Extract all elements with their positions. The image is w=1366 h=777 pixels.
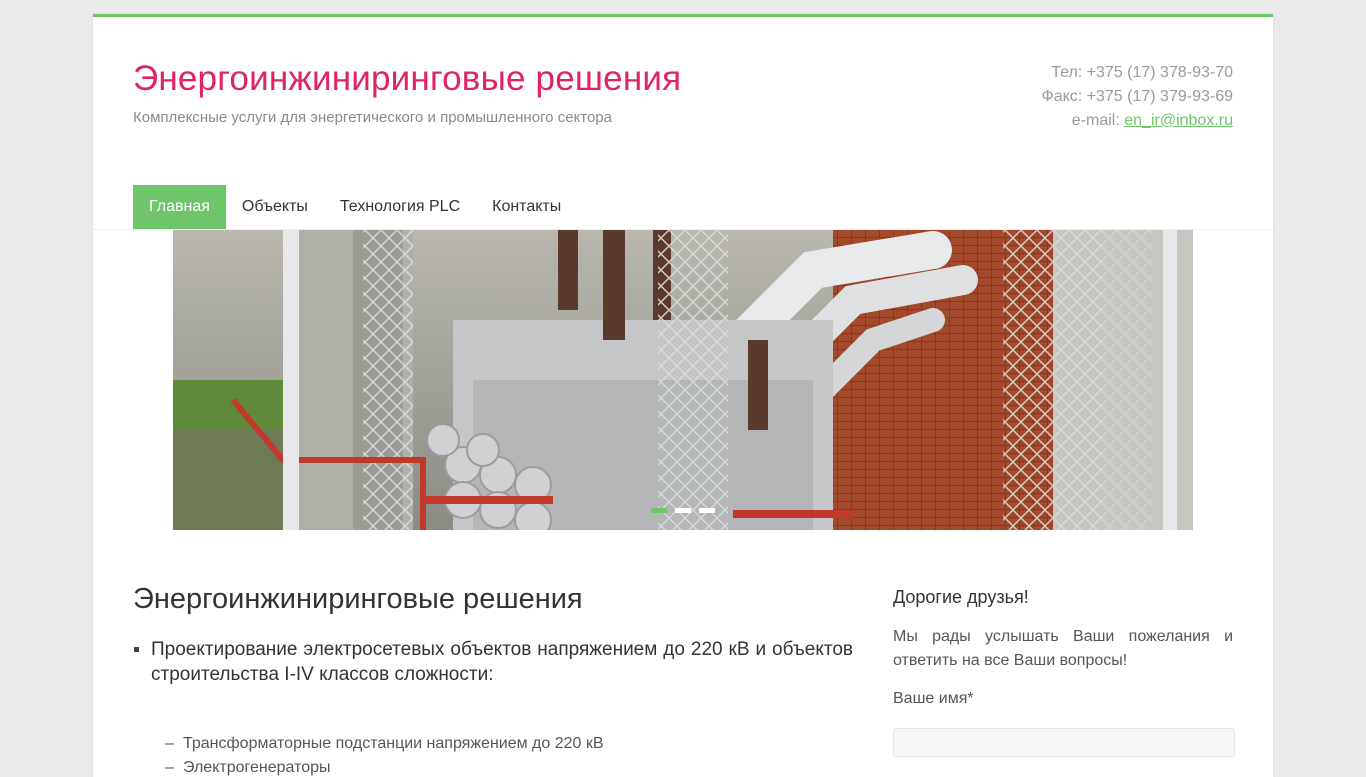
- list-item-text: Проектирование электросетевых объектов н…: [151, 639, 853, 685]
- slider-dot-2[interactable]: [675, 508, 691, 513]
- slider-image-substation: [173, 230, 1193, 530]
- name-input[interactable]: [893, 728, 1235, 757]
- image-slider[interactable]: [173, 230, 1193, 530]
- nav-item-plc[interactable]: Технология PLC: [324, 185, 476, 229]
- nav-item-home[interactable]: Главная: [133, 185, 226, 229]
- list-item-design: Проектирование электросетевых объектов н…: [134, 637, 853, 687]
- nav-item-objects[interactable]: Объекты: [226, 185, 324, 229]
- main-nav: Главная Объекты Технология PLC Контакты: [133, 185, 577, 229]
- sub-list-item: – Трансформаторные подстанции напряжением…: [165, 735, 604, 752]
- fax-text: Факс: +375 (17) 379-93-69: [1041, 88, 1233, 105]
- email-link[interactable]: en_ir@inbox.ru: [1124, 112, 1233, 129]
- slider-dot-1[interactable]: [651, 508, 667, 513]
- site-tagline: Комплексные услуги для энергетического и…: [133, 109, 612, 126]
- page-title: Энергоинжиниринговые решения: [133, 583, 583, 615]
- sidebar-title: Дорогие друзья!: [893, 587, 1029, 607]
- phone-text: Тел: +375 (17) 378-93-70: [1051, 64, 1233, 81]
- nav-item-contacts[interactable]: Контакты: [476, 185, 577, 229]
- email-row: e-mail: en_ir@inbox.ru: [1042, 109, 1233, 133]
- site-title[interactable]: Энергоинжиниринговые решения: [133, 59, 681, 99]
- slider-pagination: [651, 508, 715, 513]
- slider-dot-3[interactable]: [699, 508, 715, 513]
- page-container: Энергоинжиниринговые решения Комплексные…: [93, 14, 1273, 777]
- email-label: e-mail:: [1071, 112, 1125, 129]
- sub-list-item: – Электрогенераторы: [165, 759, 331, 776]
- bullet-icon: [134, 647, 139, 652]
- name-field-label: Ваше имя*: [893, 690, 974, 707]
- header-contacts: Тел: +375 (17) 378-93-70 Факс: +375 (17)…: [1042, 61, 1233, 133]
- sidebar-text: Мы рады услышать Ваши пожелания и ответи…: [893, 628, 1233, 669]
- sub-list-item-text: Трансформаторные подстанции напряжением …: [183, 735, 604, 752]
